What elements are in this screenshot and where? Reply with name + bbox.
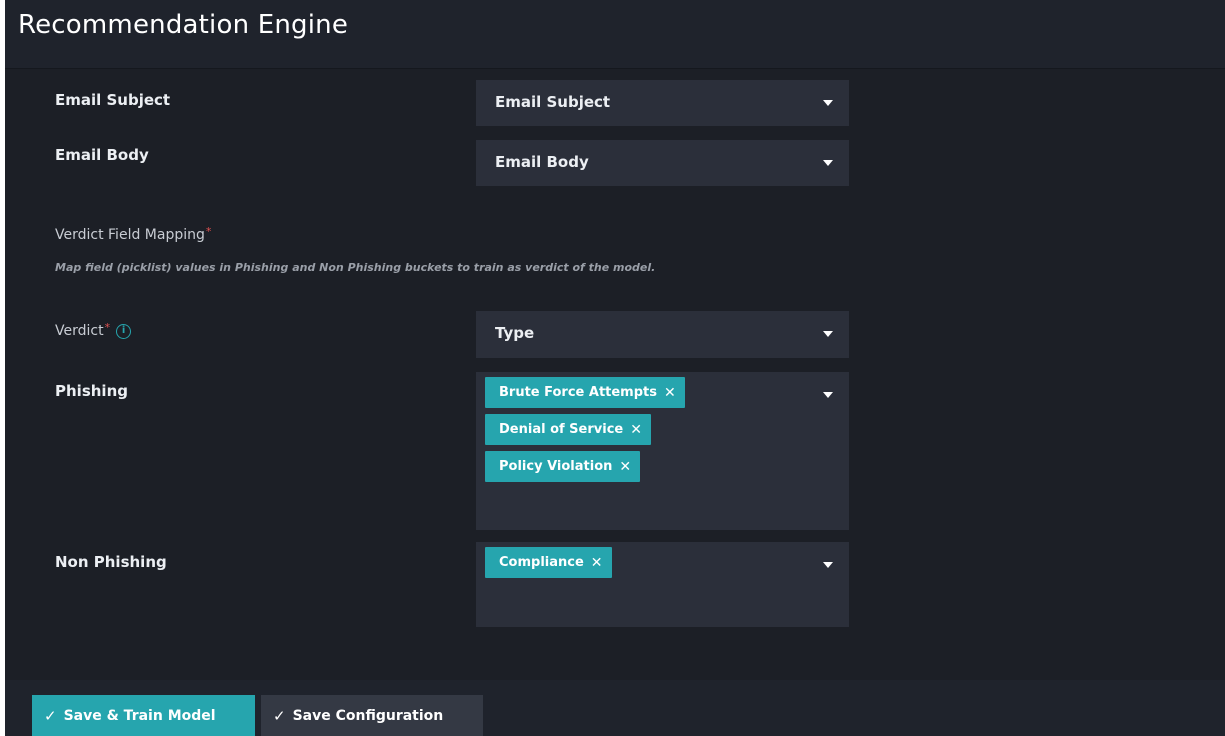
email-body-select[interactable]: Email Body (476, 140, 849, 186)
chevron-down-icon (823, 331, 833, 337)
non-phishing-label: Non Phishing (55, 553, 167, 571)
check-icon: ✓ (44, 706, 57, 725)
remove-tag-icon[interactable]: ✕ (591, 555, 603, 571)
chevron-down-icon (823, 100, 833, 106)
verdict-select[interactable]: Type (476, 311, 849, 358)
save-configuration-button[interactable]: ✓ Save Configuration (261, 695, 483, 736)
tag-denial-of-service: Denial of Service ✕ (485, 414, 651, 445)
email-subject-select[interactable]: Email Subject (476, 80, 849, 126)
tag-compliance: Compliance ✕ (485, 547, 612, 578)
verdict-label: Verdict * i (55, 320, 132, 339)
check-icon: ✓ (273, 706, 286, 725)
page-header: Recommendation Engine (5, 0, 1225, 69)
remove-tag-icon[interactable]: ✕ (619, 459, 631, 475)
verdict-mapping-description: Map field (picklist) values in Phishing … (55, 261, 656, 274)
remove-tag-icon[interactable]: ✕ (630, 422, 642, 438)
tag-label: Brute Force Attempts (499, 385, 657, 400)
verdict-mapping-title: Verdict Field Mapping* (55, 225, 212, 243)
tag-label: Denial of Service (499, 422, 624, 437)
verdict-value: Type (495, 324, 535, 342)
phishing-label: Phishing (55, 382, 128, 400)
tag-policy-violation: Policy Violation ✕ (485, 451, 641, 482)
verdict-label-text: Verdict (55, 323, 104, 339)
required-mark: * (205, 225, 212, 238)
email-body-label: Email Body (55, 146, 149, 164)
save-train-model-label: Save & Train Model (63, 707, 216, 724)
form-footer: ✓ Save & Train Model ✓ Save Configuratio… (5, 680, 1225, 736)
email-subject-label: Email Subject (55, 91, 171, 109)
chevron-down-icon (823, 160, 833, 166)
tag-label: Policy Violation (499, 459, 613, 474)
email-body-value: Email Body (495, 153, 589, 171)
non-phishing-multiselect[interactable]: Compliance ✕ (476, 542, 849, 627)
tag-label: Compliance (499, 555, 584, 570)
email-subject-value: Email Subject (495, 93, 611, 111)
chevron-down-icon (823, 392, 833, 398)
save-configuration-label: Save Configuration (292, 707, 444, 724)
tag-brute-force-attempts: Brute Force Attempts ✕ (485, 377, 685, 408)
phishing-multiselect[interactable]: Brute Force Attempts ✕ Denial of Service… (476, 372, 849, 530)
required-mark: * (104, 320, 111, 334)
chevron-down-icon (823, 562, 833, 568)
config-form: Email Subject Email Subject Email Body E… (5, 69, 1225, 680)
verdict-mapping-title-text: Verdict Field Mapping (55, 227, 205, 243)
save-train-model-button[interactable]: ✓ Save & Train Model (32, 695, 255, 736)
info-icon[interactable]: i (116, 323, 132, 339)
page-title: Recommendation Engine (18, 10, 349, 40)
remove-tag-icon[interactable]: ✕ (664, 385, 676, 401)
